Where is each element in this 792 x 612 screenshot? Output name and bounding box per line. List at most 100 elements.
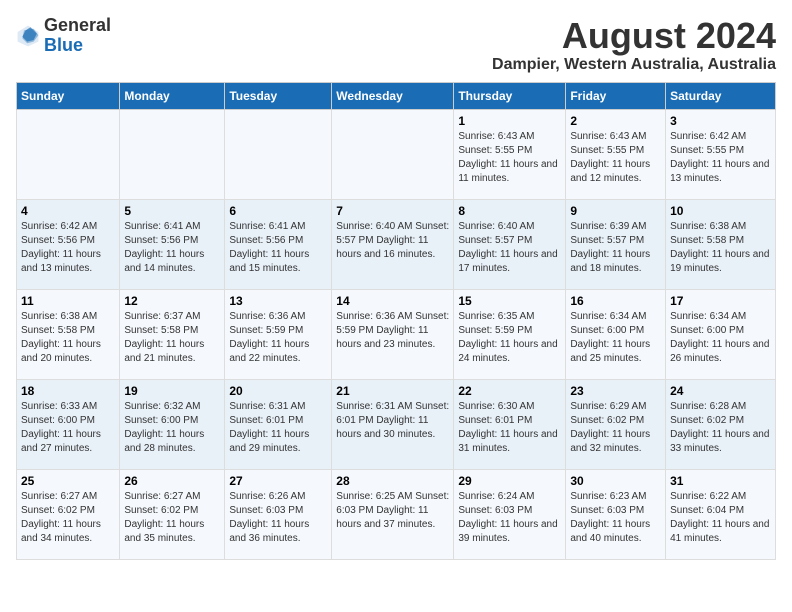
day-number: 9	[570, 204, 661, 218]
day-info: Sunrise: 6:29 AM Sunset: 6:02 PM Dayligh…	[570, 400, 661, 456]
calendar-cell: 16 Sunrise: 6:34 AM Sunset: 6:00 PM Dayli…	[566, 289, 666, 379]
calendar-cell: 10 Sunrise: 6:38 AM Sunset: 5:58 PM Dayli…	[666, 199, 776, 289]
day-number: 23	[570, 384, 661, 398]
day-number: 27	[229, 474, 327, 488]
day-info: Sunrise: 6:34 AM Sunset: 6:00 PM Dayligh…	[670, 310, 771, 366]
day-number: 20	[229, 384, 327, 398]
day-number: 17	[670, 294, 771, 308]
day-of-week-wednesday: Wednesday	[332, 82, 454, 109]
day-info: Sunrise: 6:38 AM Sunset: 5:58 PM Dayligh…	[670, 220, 771, 276]
day-number: 30	[570, 474, 661, 488]
calendar-cell: 6Sunrise: 6:41 AM Sunset: 5:56 PM Daylig…	[225, 199, 332, 289]
day-number: 1	[458, 114, 561, 128]
day-info: Sunrise: 6:33 AM Sunset: 6:00 PM Dayligh…	[21, 400, 115, 456]
day-info: Sunrise: 6:43 AM Sunset: 5:55 PM Dayligh…	[570, 130, 661, 186]
day-info: Sunrise: 6:36 AM Sunset: 5:59 PM Dayligh…	[336, 310, 449, 352]
calendar-cell: 21 Sunrise: 6:31 AM Sunset: 6:01 PM Dayli…	[332, 379, 454, 469]
calendar-cell	[17, 109, 120, 199]
calendar-week-1: 1 Sunrise: 6:43 AM Sunset: 5:55 PM Daylig…	[17, 109, 776, 199]
page-header: General Blue August 2024 Dampier, Wester…	[16, 16, 776, 74]
calendar-cell: 14 Sunrise: 6:36 AM Sunset: 5:59 PM Dayli…	[332, 289, 454, 379]
day-info: Sunrise: 6:24 AM Sunset: 6:03 PM Dayligh…	[458, 490, 561, 546]
calendar-cell: 17 Sunrise: 6:34 AM Sunset: 6:00 PM Dayli…	[666, 289, 776, 379]
day-number: 26	[124, 474, 220, 488]
day-info: Sunrise: 6:27 AM Sunset: 6:02 PM Dayligh…	[21, 490, 115, 546]
day-info: Sunrise: 6:26 AM Sunset: 6:03 PM Dayligh…	[229, 490, 327, 546]
day-number: 21	[336, 384, 449, 398]
subtitle: Dampier, Western Australia, Australia	[492, 56, 776, 74]
day-number: 13	[229, 294, 327, 308]
day-info: Sunrise: 6:41 AM Sunset: 5:56 PM Dayligh…	[124, 220, 220, 276]
day-number: 16	[570, 294, 661, 308]
day-number: 7	[336, 204, 449, 218]
calendar-cell: 31Sunrise: 6:22 AM Sunset: 6:04 PM Dayli…	[666, 469, 776, 559]
day-number: 19	[124, 384, 220, 398]
day-info: Sunrise: 6:42 AM Sunset: 5:56 PM Dayligh…	[21, 220, 115, 276]
calendar-week-5: 25Sunrise: 6:27 AM Sunset: 6:02 PM Dayli…	[17, 469, 776, 559]
day-info: Sunrise: 6:34 AM Sunset: 6:00 PM Dayligh…	[570, 310, 661, 366]
calendar-cell	[120, 109, 225, 199]
calendar-cell: 7 Sunrise: 6:40 AM Sunset: 5:57 PM Daylig…	[332, 199, 454, 289]
day-number: 12	[124, 294, 220, 308]
calendar-cell	[332, 109, 454, 199]
day-info: Sunrise: 6:28 AM Sunset: 6:02 PM Dayligh…	[670, 400, 771, 456]
day-info: Sunrise: 6:42 AM Sunset: 5:55 PM Dayligh…	[670, 130, 771, 186]
calendar-cell: 30Sunrise: 6:23 AM Sunset: 6:03 PM Dayli…	[566, 469, 666, 559]
day-number: 6	[229, 204, 327, 218]
day-of-week-monday: Monday	[120, 82, 225, 109]
day-info: Sunrise: 6:25 AM Sunset: 6:03 PM Dayligh…	[336, 490, 449, 532]
days-of-week-row: SundayMondayTuesdayWednesdayThursdayFrid…	[17, 82, 776, 109]
calendar-cell: 8Sunrise: 6:40 AM Sunset: 5:57 PM Daylig…	[454, 199, 566, 289]
logo-blue-text: Blue	[44, 35, 83, 55]
day-info: Sunrise: 6:31 AM Sunset: 6:01 PM Dayligh…	[336, 400, 449, 442]
day-number: 15	[458, 294, 561, 308]
calendar-cell: 24 Sunrise: 6:28 AM Sunset: 6:02 PM Dayli…	[666, 379, 776, 469]
calendar-cell: 1Sunrise: 6:43 AM Sunset: 5:55 PM Daylig…	[454, 109, 566, 199]
day-number: 11	[21, 294, 115, 308]
day-number: 22	[458, 384, 561, 398]
day-number: 5	[124, 204, 220, 218]
calendar-cell: 3 Sunrise: 6:42 AM Sunset: 5:55 PM Daylig…	[666, 109, 776, 199]
calendar-cell: 29 Sunrise: 6:24 AM Sunset: 6:03 PM Dayli…	[454, 469, 566, 559]
day-of-week-saturday: Saturday	[666, 82, 776, 109]
day-number: 29	[458, 474, 561, 488]
day-number: 14	[336, 294, 449, 308]
day-number: 3	[670, 114, 771, 128]
title-section: August 2024 Dampier, Western Australia, …	[492, 16, 776, 74]
calendar-cell: 18 Sunrise: 6:33 AM Sunset: 6:00 PM Dayli…	[17, 379, 120, 469]
day-number: 8	[458, 204, 561, 218]
calendar-cell: 25Sunrise: 6:27 AM Sunset: 6:02 PM Dayli…	[17, 469, 120, 559]
calendar-cell: 27 Sunrise: 6:26 AM Sunset: 6:03 PM Dayli…	[225, 469, 332, 559]
calendar-cell: 5 Sunrise: 6:41 AM Sunset: 5:56 PM Daylig…	[120, 199, 225, 289]
calendar-header: SundayMondayTuesdayWednesdayThursdayFrid…	[17, 82, 776, 109]
calendar-cell: 23 Sunrise: 6:29 AM Sunset: 6:02 PM Dayli…	[566, 379, 666, 469]
day-number: 31	[670, 474, 771, 488]
calendar-cell: 13 Sunrise: 6:36 AM Sunset: 5:59 PM Dayli…	[225, 289, 332, 379]
day-of-week-sunday: Sunday	[17, 82, 120, 109]
day-number: 28	[336, 474, 449, 488]
day-info: Sunrise: 6:32 AM Sunset: 6:00 PM Dayligh…	[124, 400, 220, 456]
main-title: August 2024	[492, 16, 776, 56]
calendar-cell: 9 Sunrise: 6:39 AM Sunset: 5:57 PM Daylig…	[566, 199, 666, 289]
calendar-week-4: 18 Sunrise: 6:33 AM Sunset: 6:00 PM Dayli…	[17, 379, 776, 469]
day-of-week-tuesday: Tuesday	[225, 82, 332, 109]
calendar-cell: 28 Sunrise: 6:25 AM Sunset: 6:03 PM Dayli…	[332, 469, 454, 559]
day-info: Sunrise: 6:37 AM Sunset: 5:58 PM Dayligh…	[124, 310, 220, 366]
day-info: Sunrise: 6:38 AM Sunset: 5:58 PM Dayligh…	[21, 310, 115, 366]
day-info: Sunrise: 6:40 AM Sunset: 5:57 PM Dayligh…	[336, 220, 449, 262]
logo-general-text: General	[44, 15, 111, 35]
day-number: 18	[21, 384, 115, 398]
calendar-cell: 15Sunrise: 6:35 AM Sunset: 5:59 PM Dayli…	[454, 289, 566, 379]
calendar-cell: 12 Sunrise: 6:37 AM Sunset: 5:58 PM Dayli…	[120, 289, 225, 379]
day-info: Sunrise: 6:30 AM Sunset: 6:01 PM Dayligh…	[458, 400, 561, 456]
day-number: 24	[670, 384, 771, 398]
day-number: 10	[670, 204, 771, 218]
day-number: 2	[570, 114, 661, 128]
day-info: Sunrise: 6:39 AM Sunset: 5:57 PM Dayligh…	[570, 220, 661, 276]
day-info: Sunrise: 6:36 AM Sunset: 5:59 PM Dayligh…	[229, 310, 327, 366]
calendar-cell: 22 Sunrise: 6:30 AM Sunset: 6:01 PM Dayli…	[454, 379, 566, 469]
calendar-cell: 26Sunrise: 6:27 AM Sunset: 6:02 PM Dayli…	[120, 469, 225, 559]
calendar-week-2: 4Sunrise: 6:42 AM Sunset: 5:56 PM Daylig…	[17, 199, 776, 289]
day-of-week-friday: Friday	[566, 82, 666, 109]
calendar-cell: 19 Sunrise: 6:32 AM Sunset: 6:00 PM Dayli…	[120, 379, 225, 469]
